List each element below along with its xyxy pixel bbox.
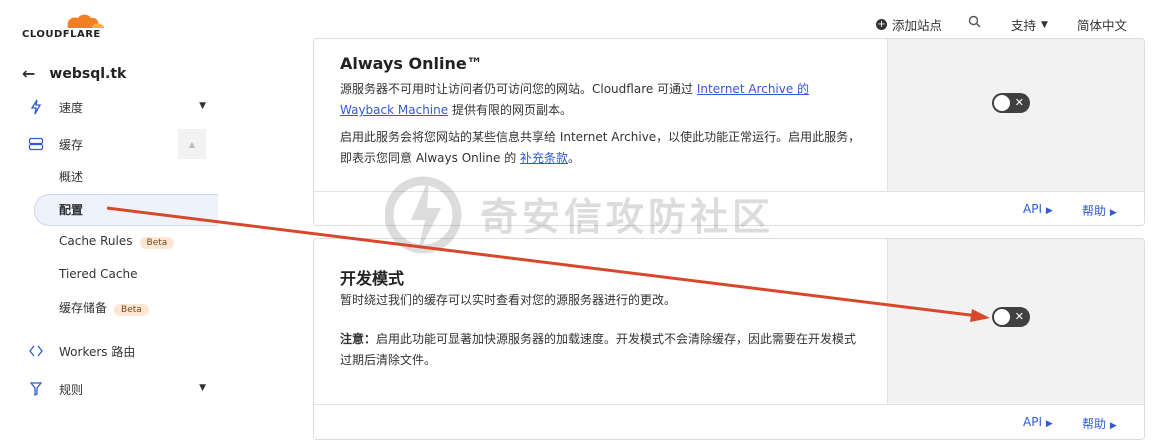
supplemental-terms-link[interactable]: 补充条款 (520, 151, 568, 165)
sidebar-item-cache-reserve[interactable]: 缓存储备 Beta (0, 292, 218, 322)
caret-down-icon: ▼ (1041, 19, 1048, 30)
site-back-link[interactable]: ← websql.tk (22, 64, 126, 83)
storage-icon (28, 136, 44, 152)
card-note: 注意：启用此功能可显著加快源服务器的加载速度。开发模式不会清除缓存，因此需要在开… (340, 332, 857, 367)
api-link[interactable]: API ▶ (1023, 415, 1053, 429)
sidebar-item-overview[interactable]: 概述 (0, 161, 218, 191)
sidebar: ← websql.tk 速度 ▼ 缓存 ▲ 概述 配置 Cache Rules B… (0, 48, 219, 425)
caret-right-icon: ▶ (1109, 208, 1117, 218)
sidebar-item-cache-rules[interactable]: Cache Rules Beta (0, 226, 218, 256)
development-mode-toggle[interactable]: ✕ (992, 307, 1030, 327)
sidebar-item-label: Workers 路由 (59, 344, 136, 359)
caret-up-icon[interactable]: ▲ (178, 129, 206, 159)
card-description: 源服务器不可用时让访问者仍可访问您的网站。Cloudflare 可通过 Inte… (340, 82, 810, 117)
plus-circle-icon: + (876, 19, 887, 30)
add-site-label: 添加站点 (892, 18, 943, 33)
bolt-icon (28, 99, 44, 115)
sidebar-item-tiered-cache[interactable]: Tiered Cache (0, 259, 218, 289)
workers-icon (28, 343, 44, 359)
beta-badge: Beta (139, 236, 175, 249)
filter-icon (28, 381, 44, 397)
language-menu[interactable]: 简体中文 (1077, 15, 1127, 34)
search-icon (968, 15, 981, 28)
card-description: 暂时绕过我们的缓存可以实时查看对您的源服务器进行的更改。 (340, 293, 677, 307)
sidebar-item-label: 概述 (59, 169, 84, 184)
toggle-knob (994, 309, 1010, 325)
sidebar-item-caching[interactable]: 缓存 ▲ (0, 129, 218, 159)
caret-right-icon: ▶ (1109, 421, 1117, 431)
api-link[interactable]: API ▶ (1023, 202, 1053, 216)
always-online-card: Always Online™ 源服务器不可用时让访问者仍可访问您的网站。Clou… (313, 38, 1145, 226)
sidebar-item-speed[interactable]: 速度 ▼ (0, 92, 218, 122)
card-side-panel: ✕ (887, 239, 1144, 404)
card-title: Always Online™ (340, 54, 483, 73)
add-site-button[interactable]: + 添加站点 (876, 15, 942, 34)
caret-right-icon: ▶ (1045, 206, 1053, 216)
sidebar-item-rules[interactable]: 规则 ▼ (0, 374, 218, 404)
support-label: 支持 (1011, 18, 1037, 33)
main-content: Always Online™ 源服务器不可用时让访问者仍可访问您的网站。Clou… (218, 38, 1173, 440)
logo-text: CLOUDFLARE (22, 29, 101, 40)
cloudflare-logo[interactable]: CLOUDFLARE (22, 10, 112, 40)
card-title: 开发模式 (340, 269, 405, 288)
search-button[interactable] (968, 15, 981, 28)
card-side-panel: ✕ (887, 39, 1144, 191)
language-label: 简体中文 (1077, 18, 1128, 33)
sidebar-item-label: 配置 (59, 202, 84, 217)
sidebar-item-label: 缓存储备 (59, 300, 108, 315)
sidebar-item-label: 速度 (59, 100, 84, 115)
arrow-left-icon: ← (22, 64, 36, 83)
sidebar-item-configuration[interactable]: 配置 (0, 194, 218, 224)
card-note: 启用此服务会将您网站的某些信息共享给 Internet Archive，以使此功… (340, 130, 861, 165)
site-name: websql.tk (49, 65, 127, 82)
close-icon: ✕ (1014, 96, 1024, 109)
beta-badge: Beta (114, 303, 149, 316)
help-link[interactable]: 帮助 ▶ (1082, 202, 1117, 219)
sidebar-item-workers-routes[interactable]: Workers 路由 (0, 336, 218, 366)
card-footer: API ▶ 帮助 ▶ (314, 191, 1144, 225)
help-link[interactable]: 帮助 ▶ (1082, 415, 1117, 432)
sidebar-item-label: Tiered Cache (59, 267, 138, 281)
sidebar-item-label: 规则 (59, 382, 84, 397)
always-online-toggle[interactable]: ✕ (992, 93, 1030, 113)
development-mode-card: 开发模式 暂时绕过我们的缓存可以实时查看对您的源服务器进行的更改。 注意：启用此… (313, 238, 1145, 440)
sidebar-item-label: 缓存 (59, 137, 84, 152)
sidebar-item-label: Cache Rules (59, 233, 133, 248)
card-footer: API ▶ 帮助 ▶ (314, 404, 1144, 439)
toggle-knob (994, 95, 1010, 111)
caret-down-icon: ▼ (199, 383, 206, 393)
caret-right-icon: ▶ (1045, 419, 1053, 429)
support-menu[interactable]: 支持 ▼ (1011, 15, 1048, 34)
close-icon: ✕ (1014, 310, 1024, 323)
caret-down-icon: ▼ (199, 101, 206, 111)
